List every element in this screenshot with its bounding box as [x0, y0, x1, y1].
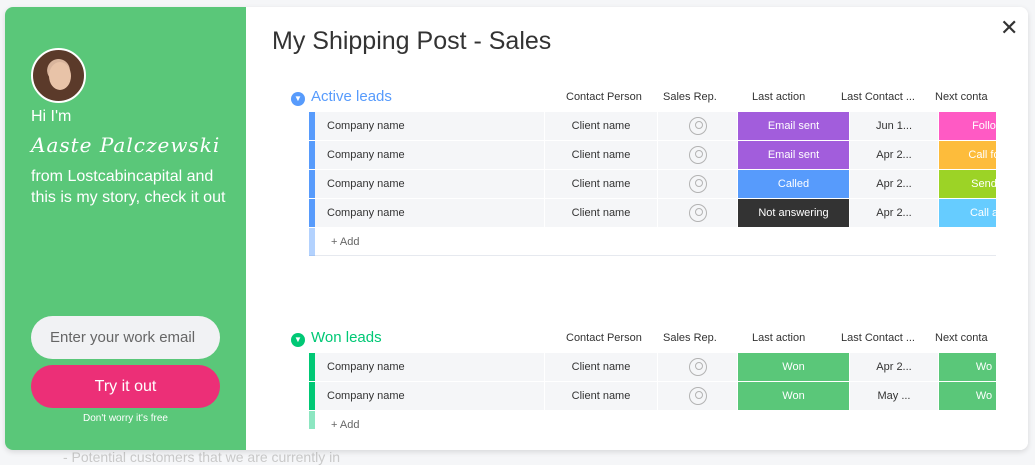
sales-rep-cell[interactable] — [658, 141, 737, 169]
add-item-label[interactable]: + Add — [331, 419, 359, 429]
column-header: Last action — [752, 91, 806, 103]
person-icon — [688, 358, 707, 377]
item-name[interactable]: Company name — [315, 199, 544, 227]
item-name[interactable]: Company name — [315, 382, 544, 410]
status-next-contact[interactable]: Call fo — [939, 141, 996, 169]
avatar — [31, 48, 86, 103]
background-text: - Potential customers that we are curren… — [63, 449, 341, 465]
left-panel: Hi I'm Aaste Palczewski from Lostcabinca… — [5, 7, 246, 450]
chevron-down-icon[interactable]: ▼ — [291, 333, 305, 347]
sales-rep-cell[interactable] — [658, 170, 737, 198]
column-header: Last action — [752, 332, 806, 344]
item-name[interactable]: Company name — [315, 141, 544, 169]
contact-person-cell[interactable]: Client name — [545, 112, 657, 140]
free-note: Don't worry it's free — [83, 413, 168, 424]
status-next-contact[interactable]: Wo — [939, 353, 996, 381]
signature: Aaste Palczewski — [31, 133, 221, 157]
column-header: Last Contact ... — [841, 332, 915, 344]
table-row[interactable]: Company name Client name Called Apr 2... Sen… — [309, 170, 996, 198]
close-icon[interactable]: ✕ — [1000, 15, 1018, 41]
signup-modal: Hi I'm Aaste Palczewski from Lostcabinca… — [5, 7, 1028, 450]
person-icon — [688, 146, 707, 165]
person-icon — [688, 204, 707, 223]
last-contact-cell[interactable]: Jun 1... — [850, 112, 938, 140]
item-name[interactable]: Company name — [315, 112, 544, 140]
contact-person-cell[interactable]: Client name — [545, 382, 657, 410]
column-header: Contact Person — [566, 91, 642, 103]
table-row[interactable]: Company name Client name Email sent Jun 1..… — [309, 112, 996, 140]
group-header: ▼ Won leads Contact Person Sales Rep. Last a… — [291, 329, 996, 353]
board-title: My Shipping Post - Sales — [272, 27, 552, 55]
status-last-action[interactable]: Called — [738, 170, 849, 198]
column-header: Contact Person — [566, 332, 642, 344]
last-contact-cell[interactable]: May ... — [850, 382, 938, 410]
column-header: Next conta — [935, 332, 988, 344]
sales-rep-cell[interactable] — [658, 382, 737, 410]
contact-person-cell[interactable]: Client name — [545, 353, 657, 381]
table-row[interactable]: Company name Client name Not answering Apr … — [309, 199, 996, 227]
add-item-row[interactable]: + Add — [309, 411, 996, 429]
group-won-leads: ▼ Won leads Contact Person Sales Rep. Last a… — [291, 329, 996, 429]
table-row[interactable]: Company name Client name Won Apr 2... Wo — [309, 353, 996, 381]
status-next-contact[interactable]: Follo — [939, 112, 996, 140]
last-contact-cell[interactable]: Apr 2... — [850, 353, 938, 381]
item-name[interactable]: Company name — [315, 170, 544, 198]
item-name[interactable]: Company name — [315, 353, 544, 381]
person-icon — [688, 387, 707, 406]
sales-rep-cell[interactable] — [658, 112, 737, 140]
contact-person-cell[interactable]: Client name — [545, 141, 657, 169]
column-header: Sales Rep. — [663, 332, 717, 344]
column-header: Sales Rep. — [663, 91, 717, 103]
email-input[interactable] — [31, 316, 220, 359]
status-last-action[interactable]: Won — [738, 382, 849, 410]
sales-rep-cell[interactable] — [658, 353, 737, 381]
status-next-contact[interactable]: Wo — [939, 382, 996, 410]
add-item-label[interactable]: + Add — [331, 236, 359, 248]
group-name[interactable]: Won leads — [311, 329, 382, 346]
sales-rep-cell[interactable] — [658, 199, 737, 227]
status-last-action[interactable]: Won — [738, 353, 849, 381]
group-name[interactable]: Active leads — [311, 88, 392, 105]
group-color-bar — [309, 411, 315, 429]
last-contact-cell[interactable]: Apr 2... — [850, 199, 938, 227]
person-icon — [688, 117, 707, 136]
greeting: Hi I'm — [31, 108, 72, 125]
status-next-contact[interactable]: Send — [939, 170, 996, 198]
board-preview: My Shipping Post - Sales ✕ ▼ Active leads… — [246, 7, 1028, 450]
column-header: Last Contact ... — [841, 91, 915, 103]
chevron-down-icon[interactable]: ▼ — [291, 92, 305, 106]
last-contact-cell[interactable]: Apr 2... — [850, 141, 938, 169]
group-header: ▼ Active leads Contact Person Sales Rep. Las… — [291, 88, 996, 112]
status-last-action[interactable]: Email sent — [738, 141, 849, 169]
group-color-bar — [309, 228, 315, 256]
contact-person-cell[interactable]: Client name — [545, 170, 657, 198]
status-last-action[interactable]: Email sent — [738, 112, 849, 140]
contact-person-cell[interactable]: Client name — [545, 199, 657, 227]
status-last-action[interactable]: Not answering — [738, 199, 849, 227]
last-contact-cell[interactable]: Apr 2... — [850, 170, 938, 198]
table-row[interactable]: Company name Client name Email sent Apr 2..… — [309, 141, 996, 169]
try-it-out-button[interactable]: Try it out — [31, 365, 220, 408]
status-next-contact[interactable]: Call a — [939, 199, 996, 227]
story-text: from Lostcabincapital and this is my sto… — [31, 168, 226, 206]
column-header: Next conta — [935, 91, 988, 103]
table-row[interactable]: Company name Client name Won May ... Wo — [309, 382, 996, 410]
add-item-row[interactable]: + Add — [309, 228, 996, 256]
person-icon — [688, 175, 707, 194]
group-active-leads: ▼ Active leads Contact Person Sales Rep. Las… — [291, 88, 996, 268]
